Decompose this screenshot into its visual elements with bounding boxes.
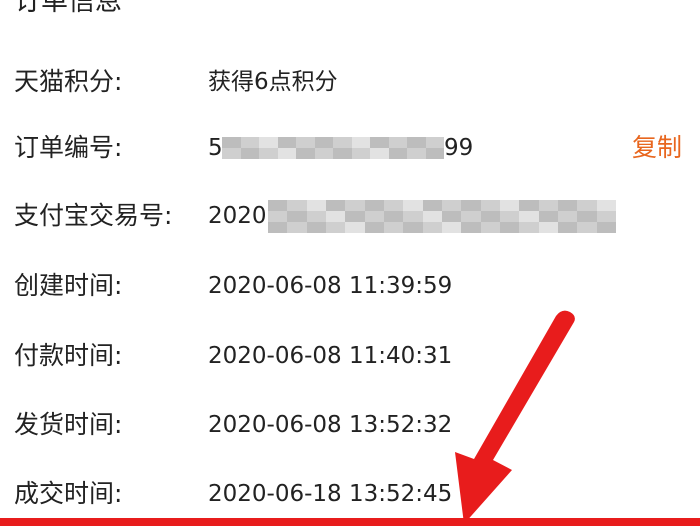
copy-button[interactable]: 复制 xyxy=(632,128,682,168)
alipay-transaction-label: 支付宝交易号: xyxy=(14,201,173,230)
row-tmall-points: 天猫积分: 获得6点积分 xyxy=(0,62,700,102)
created-time-label: 创建时间: xyxy=(14,271,123,300)
row-alipay-transaction: 支付宝交易号: 2020 xyxy=(0,196,700,236)
created-time-value: 2020-06-08 11:39:59 xyxy=(208,273,453,299)
order-number-redaction xyxy=(222,137,444,159)
order-number-label: 订单编号: xyxy=(14,133,123,162)
order-number-prefix: 5 xyxy=(208,135,223,161)
row-created-time: 创建时间: 2020-06-08 11:39:59 xyxy=(0,266,700,306)
alipay-transaction-prefix: 2020 xyxy=(208,203,267,229)
row-shipped-time: 发货时间: 2020-06-08 13:52:32 xyxy=(0,405,700,445)
completed-time-value: 2020-06-18 13:52:45 xyxy=(208,481,453,507)
order-info-page: 订单信息 天猫积分: 获得6点积分 订单编号: 5 99 复制 支付宝交易号: … xyxy=(0,0,700,526)
tmall-points-value: 获得6点积分 xyxy=(208,69,338,95)
paid-time-value: 2020-06-08 11:40:31 xyxy=(208,343,453,369)
row-paid-time: 付款时间: 2020-06-08 11:40:31 xyxy=(0,336,700,376)
red-annotation-bar xyxy=(0,518,700,526)
alipay-transaction-redaction xyxy=(268,200,616,233)
row-order-number: 订单编号: 5 99 复制 xyxy=(0,128,700,168)
section-title: 订单信息 xyxy=(14,0,122,17)
completed-time-label: 成交时间: xyxy=(14,479,123,508)
shipped-time-label: 发货时间: xyxy=(14,410,123,439)
paid-time-label: 付款时间: xyxy=(14,341,123,370)
row-completed-time: 成交时间: 2020-06-18 13:52:45 xyxy=(0,474,700,514)
order-number-suffix: 99 xyxy=(444,135,474,161)
tmall-points-label: 天猫积分: xyxy=(14,67,123,96)
shipped-time-value: 2020-06-08 13:52:32 xyxy=(208,412,453,438)
